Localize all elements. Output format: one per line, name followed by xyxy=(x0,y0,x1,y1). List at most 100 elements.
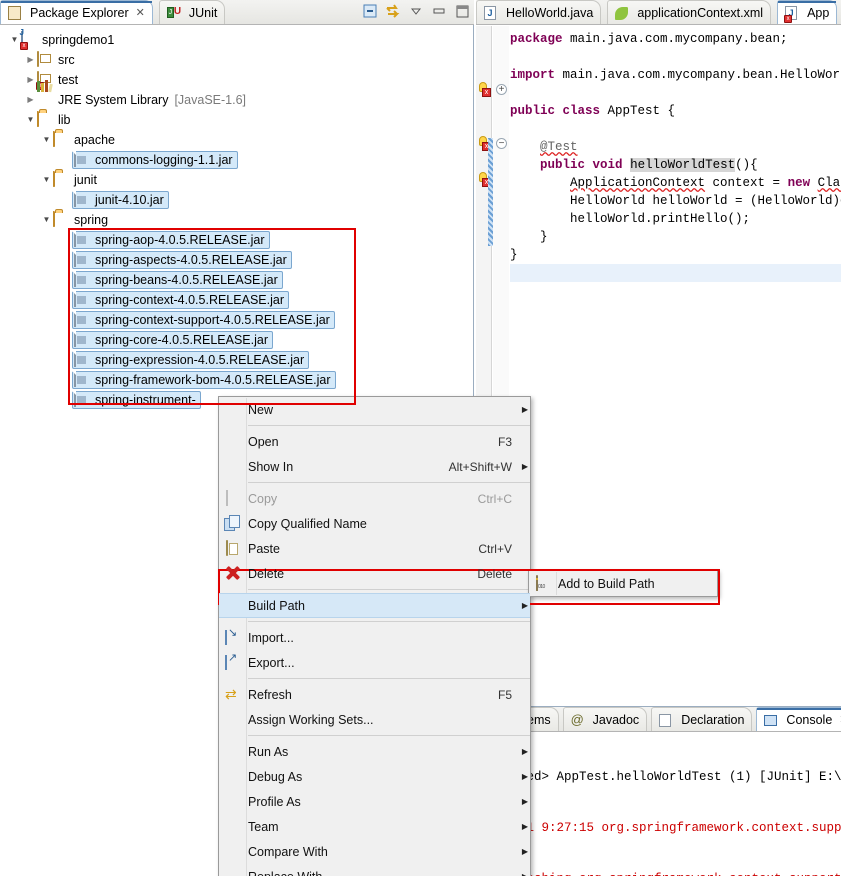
tab-label: App xyxy=(807,5,830,20)
menu-item-open[interactable]: Open F3 xyxy=(219,429,530,454)
jar-selected[interactable]: spring-framework-bom-4.0.5.RELEASE.jar xyxy=(72,371,336,389)
editor-tabstrip: J HelloWorld.java applicationContext.xml… xyxy=(476,0,841,25)
link-with-editor-icon[interactable] xyxy=(385,3,401,19)
menu-item-compare-with[interactable]: Compare With ▶ xyxy=(219,839,530,864)
tree-label: spring xyxy=(74,213,109,227)
tree-item-springdemo1[interactable]: ▼ x springdemo1 xyxy=(0,30,473,50)
expand-arrow[interactable]: ▶ xyxy=(24,90,37,110)
tab-label: Javadoc xyxy=(592,712,640,727)
expand-arrow[interactable]: ▼ xyxy=(24,110,37,130)
tree-item-junit-folder[interactable]: ▼ junit xyxy=(0,170,473,190)
tab-junit[interactable]: J U JUnit xyxy=(158,0,226,24)
tab-declaration[interactable]: Declaration xyxy=(651,707,753,731)
menu-separator xyxy=(248,425,530,426)
tree-item-jar[interactable]: commons-logging-1.1.jar xyxy=(0,150,473,170)
expand-arrow[interactable]: ▼ xyxy=(40,170,53,190)
expand-arrow[interactable]: ▶ xyxy=(24,50,37,70)
menu-item-paste[interactable]: Paste Ctrl+V xyxy=(219,536,530,561)
warning-bulb-icon[interactable]: x xyxy=(477,82,492,97)
jar-selected[interactable]: junit-4.10.jar xyxy=(72,191,169,209)
tab-helloworld-java[interactable]: J HelloWorld.java xyxy=(476,0,602,24)
tree-label: spring-beans-4.0.5.RELEASE.jar xyxy=(95,273,278,287)
package-folder-icon xyxy=(37,51,53,68)
fold-expand-icon[interactable]: + xyxy=(496,84,507,95)
tree-item-jar[interactable]: spring-context-support-4.0.5.RELEASE.jar xyxy=(0,310,473,330)
tree-item-jar[interactable]: spring-aspects-4.0.5.RELEASE.jar xyxy=(0,250,473,270)
jar-icon xyxy=(74,151,90,168)
collapse-all-icon[interactable] xyxy=(362,3,378,19)
tree-item-spring-folder[interactable]: ▼ spring xyxy=(0,210,473,230)
code-text[interactable]: package main.java.com.mycompany.bean; im… xyxy=(510,26,841,706)
tree-item-jar[interactable]: spring-expression-4.0.5.RELEASE.jar xyxy=(0,350,473,370)
tab-applicationcontext-xml[interactable]: applicationContext.xml xyxy=(607,0,772,24)
menu-label: Profile As xyxy=(248,794,301,809)
tree-item-jar[interactable]: spring-context-4.0.5.RELEASE.jar xyxy=(0,290,473,310)
menu-item-copy-qualified-name[interactable]: Copy Qualified Name xyxy=(219,511,530,536)
menu-item-profile-as[interactable]: Profile As ▶ xyxy=(219,789,530,814)
menu-item-assign-working-sets[interactable]: Assign Working Sets... xyxy=(219,707,530,732)
menu-item-refresh[interactable]: ⇄ Refresh F5 xyxy=(219,682,530,707)
tab-javadoc[interactable]: @ Javadoc xyxy=(562,707,648,731)
context-menu[interactable]: New ▶ Open F3 Show In Alt+Shift+W ▶ Copy… xyxy=(218,396,531,876)
menu-item-export[interactable]: Export... xyxy=(219,650,530,675)
console-tabstrip: ems @ Javadoc Declaration Console ✕ xyxy=(519,707,841,732)
jar-selected[interactable]: spring-aspects-4.0.5.RELEASE.jar xyxy=(72,251,292,269)
tree-label: spring-framework-bom-4.0.5.RELEASE.jar xyxy=(95,373,331,387)
tree-item-lib[interactable]: ▼ lib xyxy=(0,110,473,130)
java-file-icon: J xyxy=(484,5,500,21)
tree-item-jre-system-library[interactable]: ▶ JRE System Library [JavaSE-1.6] xyxy=(0,80,473,110)
fold-collapse-icon[interactable]: − xyxy=(496,138,507,149)
menu-label: Add to Build Path xyxy=(558,576,655,591)
jar-selected[interactable]: spring-instrument- xyxy=(72,391,201,409)
build-path-submenu[interactable]: Add to Build Path xyxy=(528,570,718,597)
tree-item-jar[interactable]: spring-beans-4.0.5.RELEASE.jar xyxy=(0,270,473,290)
menu-label: Refresh xyxy=(248,687,292,702)
selected-line-highlight xyxy=(510,264,841,282)
minimize-icon[interactable] xyxy=(431,3,447,19)
menu-item-delete[interactable]: Delete Delete xyxy=(219,561,530,586)
expand-arrow[interactable]: ▼ xyxy=(40,130,53,150)
menu-item-new[interactable]: New ▶ xyxy=(219,397,530,422)
console-output[interactable]: ted> AppTest.helloWorldTest (1) [JUnit] … xyxy=(519,733,841,876)
close-icon[interactable]: ✕ xyxy=(136,6,145,19)
submenu-arrow-icon: ▶ xyxy=(521,822,529,831)
import-icon xyxy=(224,629,241,646)
menu-item-run-as[interactable]: Run As ▶ xyxy=(219,739,530,764)
paste-icon xyxy=(224,540,241,557)
expand-arrow[interactable]: ▼ xyxy=(40,210,53,230)
tree-item-jar[interactable]: spring-framework-bom-4.0.5.RELEASE.jar xyxy=(0,370,473,390)
jar-selected[interactable]: commons-logging-1.1.jar xyxy=(72,151,238,169)
jar-selected[interactable]: spring-core-4.0.5.RELEASE.jar xyxy=(72,331,273,349)
tab-console[interactable]: Console ✕ xyxy=(756,707,841,731)
maximize-icon[interactable] xyxy=(454,3,470,19)
tree-item-src[interactable]: ▶ src xyxy=(0,50,473,70)
jar-icon xyxy=(74,251,90,268)
menu-label: Replace With xyxy=(248,870,520,876)
jar-selected[interactable]: spring-expression-4.0.5.RELEASE.jar xyxy=(72,351,310,369)
menu-item-team[interactable]: Team ▶ xyxy=(219,814,530,839)
jar-selected[interactable]: spring-beans-4.0.5.RELEASE.jar xyxy=(72,271,283,289)
tab-label: Console xyxy=(786,712,833,727)
tree-item-jar[interactable]: spring-aop-4.0.5.RELEASE.jar xyxy=(0,230,473,250)
jar-selected[interactable]: spring-aop-4.0.5.RELEASE.jar xyxy=(72,231,270,249)
submenu-arrow-icon: ▶ xyxy=(520,872,530,876)
menu-label: Debug As xyxy=(248,769,303,784)
menu-item-add-to-build-path[interactable]: Add to Build Path xyxy=(529,571,717,596)
submenu-arrow-icon: ▶ xyxy=(521,772,529,781)
tree-label-suffix: [JavaSE-1.6] xyxy=(174,93,247,107)
menu-item-replace-with[interactable]: Replace With ▶ xyxy=(219,864,530,876)
tree-item-jar[interactable]: spring-core-4.0.5.RELEASE.jar xyxy=(0,330,473,350)
jar-selected[interactable]: spring-context-4.0.5.RELEASE.jar xyxy=(72,291,289,309)
view-menu-icon[interactable] xyxy=(408,3,424,19)
tree-item-test[interactable]: ▶ x test xyxy=(0,70,473,90)
menu-item-import[interactable]: Import... xyxy=(219,625,530,650)
tab-package-explorer[interactable]: Package Explorer ✕ xyxy=(0,0,153,24)
jar-selected[interactable]: spring-context-support-4.0.5.RELEASE.jar xyxy=(72,311,335,329)
menu-item-show-in[interactable]: Show In Alt+Shift+W ▶ xyxy=(219,454,530,479)
menu-item-build-path[interactable]: Build Path ▶ xyxy=(219,593,530,618)
menu-item-debug-as[interactable]: Debug As ▶ xyxy=(219,764,530,789)
tree-item-jar[interactable]: junit-4.10.jar xyxy=(0,190,473,210)
view-toolbar xyxy=(362,3,470,19)
tree-item-apache[interactable]: ▼ apache xyxy=(0,130,473,150)
tab-apptest-java[interactable]: J x App xyxy=(777,0,838,24)
